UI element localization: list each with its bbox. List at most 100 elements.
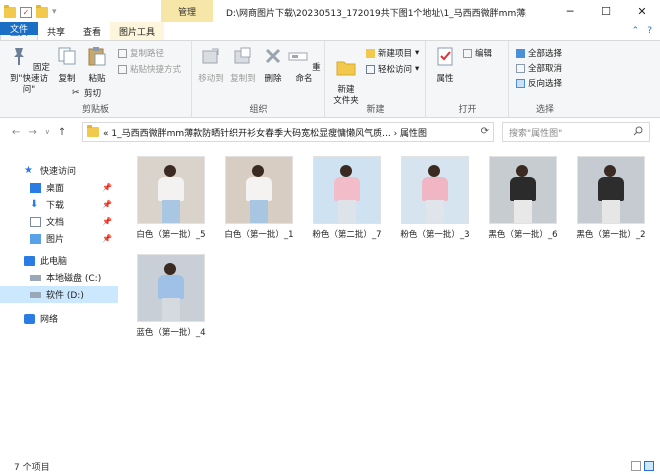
copy-icon [58,47,76,65]
computer-icon [24,255,35,266]
file-item[interactable]: 粉色（第二批）_7 [304,156,390,241]
star-icon: ★ [24,164,33,176]
image-thumbnail [225,156,293,224]
tab-share[interactable]: 共享 [38,22,74,40]
properties-icon[interactable]: ✓ [20,6,32,18]
clipboard-group: 固定到"快速访问" 复制 粘贴 复制路径 粘贴快捷方式 ✂ 剪切 剪贴板 [0,41,192,118]
collapse-ribbon-icon[interactable]: ⌃ [632,26,640,36]
delete-button[interactable]: 删除 [259,45,287,85]
file-item[interactable]: 黑色（第一批）_2 [568,156,654,241]
nav-item-this-pc[interactable]: 此电脑 [0,252,118,269]
help-icon[interactable]: ? [647,26,652,36]
pin-icon[interactable]: 📌 [102,217,112,226]
ribbon: 固定到"快速访问" 复制 粘贴 复制路径 粘贴快捷方式 ✂ 剪切 剪贴板 移动到 [0,40,660,118]
nav-item-network[interactable]: 网络 [0,310,118,327]
picture-icon [30,233,41,244]
file-name: 黑色（第一批）_2 [576,230,646,240]
download-icon: ⬇ [30,198,39,210]
file-name: 白色（第一批）_1 [224,230,294,240]
paste-shortcut-button[interactable]: 粘贴快捷方式 [118,63,181,75]
edit-icon [463,48,472,58]
minimize-button[interactable]: ─ [552,0,588,22]
easy-access-button[interactable]: 轻松访问 ▾ [366,63,419,75]
copy-button[interactable]: 复制 [52,45,82,85]
clipboard-group-label: 剪贴板 [81,105,109,115]
address-folder-icon [87,125,99,137]
new-folder-icon [336,61,356,76]
new-folder-icon[interactable] [36,4,48,18]
forward-arrow-icon[interactable]: → [28,127,36,138]
properties-check-icon [437,47,453,66]
select-group: 全部选择 全部取消 反向选择 选择 [510,41,580,118]
file-item[interactable]: 白色（第一批）_5 [128,156,214,241]
delete-icon [265,48,281,64]
select-all-icon [516,48,525,58]
paste-button[interactable]: 粘贴 [82,45,112,85]
invert-selection-icon [516,78,525,88]
new-folder-button[interactable]: 新建 文件夹 [328,45,364,107]
edit-button[interactable]: 编辑 [463,47,492,59]
up-arrow-icon[interactable]: ↑ [58,127,66,138]
paste-shortcut-icon [118,64,127,74]
address-path: « 1_马西西微胖mm薄款防晒针织开衫女春季大码宽松显瘦慵懒风气质... › 属… [103,128,428,139]
file-item[interactable]: 粉色（第一批）_3 [392,156,478,241]
file-item[interactable]: 蓝色（第一批）_4 [128,254,214,339]
select-all-button[interactable]: 全部选择 [516,47,562,59]
invert-selection-button[interactable]: 反向选择 [516,77,562,89]
status-bar: 7 个项目 [0,456,660,476]
rename-icon [288,52,308,61]
move-to-icon [202,48,219,64]
new-item-button[interactable]: 新建项目 ▾ [366,47,419,59]
search-input[interactable]: 搜索"属性图" [502,122,650,142]
navigation-pane: ★ 快速访问 桌面 📌 ⬇ 下载 📌 文档 📌 图片 📌 此电脑 本地磁盘 (C… [0,152,120,452]
nav-item-pictures[interactable]: 图片 📌 [0,230,118,247]
close-button[interactable]: ✕ [624,0,660,22]
paste-icon [88,47,106,66]
file-item[interactable]: 白色（第一批）_1 [216,156,302,241]
back-arrow-icon[interactable]: ← [12,127,20,138]
file-name: 粉色（第一批）_3 [400,230,470,240]
nav-item-drive-c[interactable]: 本地磁盘 (C:) [0,269,118,286]
folder-icon[interactable] [4,4,16,18]
pin-quick-access-button[interactable]: 固定到"快速访问" [4,45,54,96]
title-bar: ✓ ▾ 管理 D:\网商图片下载\20230513_172019共下图1个地址\… [0,0,660,24]
image-thumbnail [401,156,469,224]
pin-icon[interactable]: 📌 [102,234,112,243]
nav-item-documents[interactable]: 文档 📌 [0,213,118,230]
tab-view[interactable]: 查看 [74,22,110,40]
open-group-label: 打开 [458,105,477,115]
quick-access-toolbar: ✓ ▾ [0,4,57,18]
desktop-icon [30,182,41,193]
nav-item-drive-d[interactable]: 软件 (D:) [0,286,118,303]
large-icons-view-icon[interactable] [644,461,654,471]
details-view-icon[interactable] [631,461,641,471]
file-name: 蓝色（第一批）_4 [136,328,206,338]
image-thumbnail [577,156,645,224]
copy-to-button[interactable]: 复制到 [227,45,259,85]
maximize-button[interactable]: ☐ [588,0,624,22]
pin-icon[interactable]: 📌 [102,200,112,209]
image-thumbnail [137,156,205,224]
move-to-button[interactable]: 移动到 [195,45,227,85]
nav-item-downloads[interactable]: ⬇ 下载 📌 [0,196,118,213]
file-item[interactable]: 黑色（第一批）_6 [480,156,566,241]
manage-context-tab[interactable]: 管理 [161,0,213,22]
select-none-button[interactable]: 全部取消 [516,62,562,74]
refresh-icon[interactable]: ⟳ [481,126,489,137]
address-bar[interactable]: « 1_马西西微胖mm薄款防晒针织开衫女春季大码宽松显瘦慵懒风气质... › 属… [82,122,494,142]
cut-button[interactable]: ✂ 剪切 [72,87,101,99]
copy-path-button[interactable]: 复制路径 [118,47,164,59]
drive-icon [30,291,41,298]
tab-file[interactable]: 文件 [0,22,38,35]
nav-item-quick-access[interactable]: ★ 快速访问 [0,162,118,179]
customize-toolbar-icon[interactable]: ▾ [52,7,57,17]
image-thumbnail [489,156,557,224]
pin-icon [14,48,25,65]
file-name: 粉色（第二批）_7 [312,230,382,240]
properties-button[interactable]: 属性 [429,45,461,85]
nav-item-desktop[interactable]: 桌面 📌 [0,179,118,196]
rename-button[interactable]: 重命名 [287,45,321,85]
recent-chevron-icon[interactable]: ∨ [45,128,50,136]
pin-icon[interactable]: 📌 [102,183,112,192]
tab-picture-tools[interactable]: 图片工具 [110,22,165,40]
